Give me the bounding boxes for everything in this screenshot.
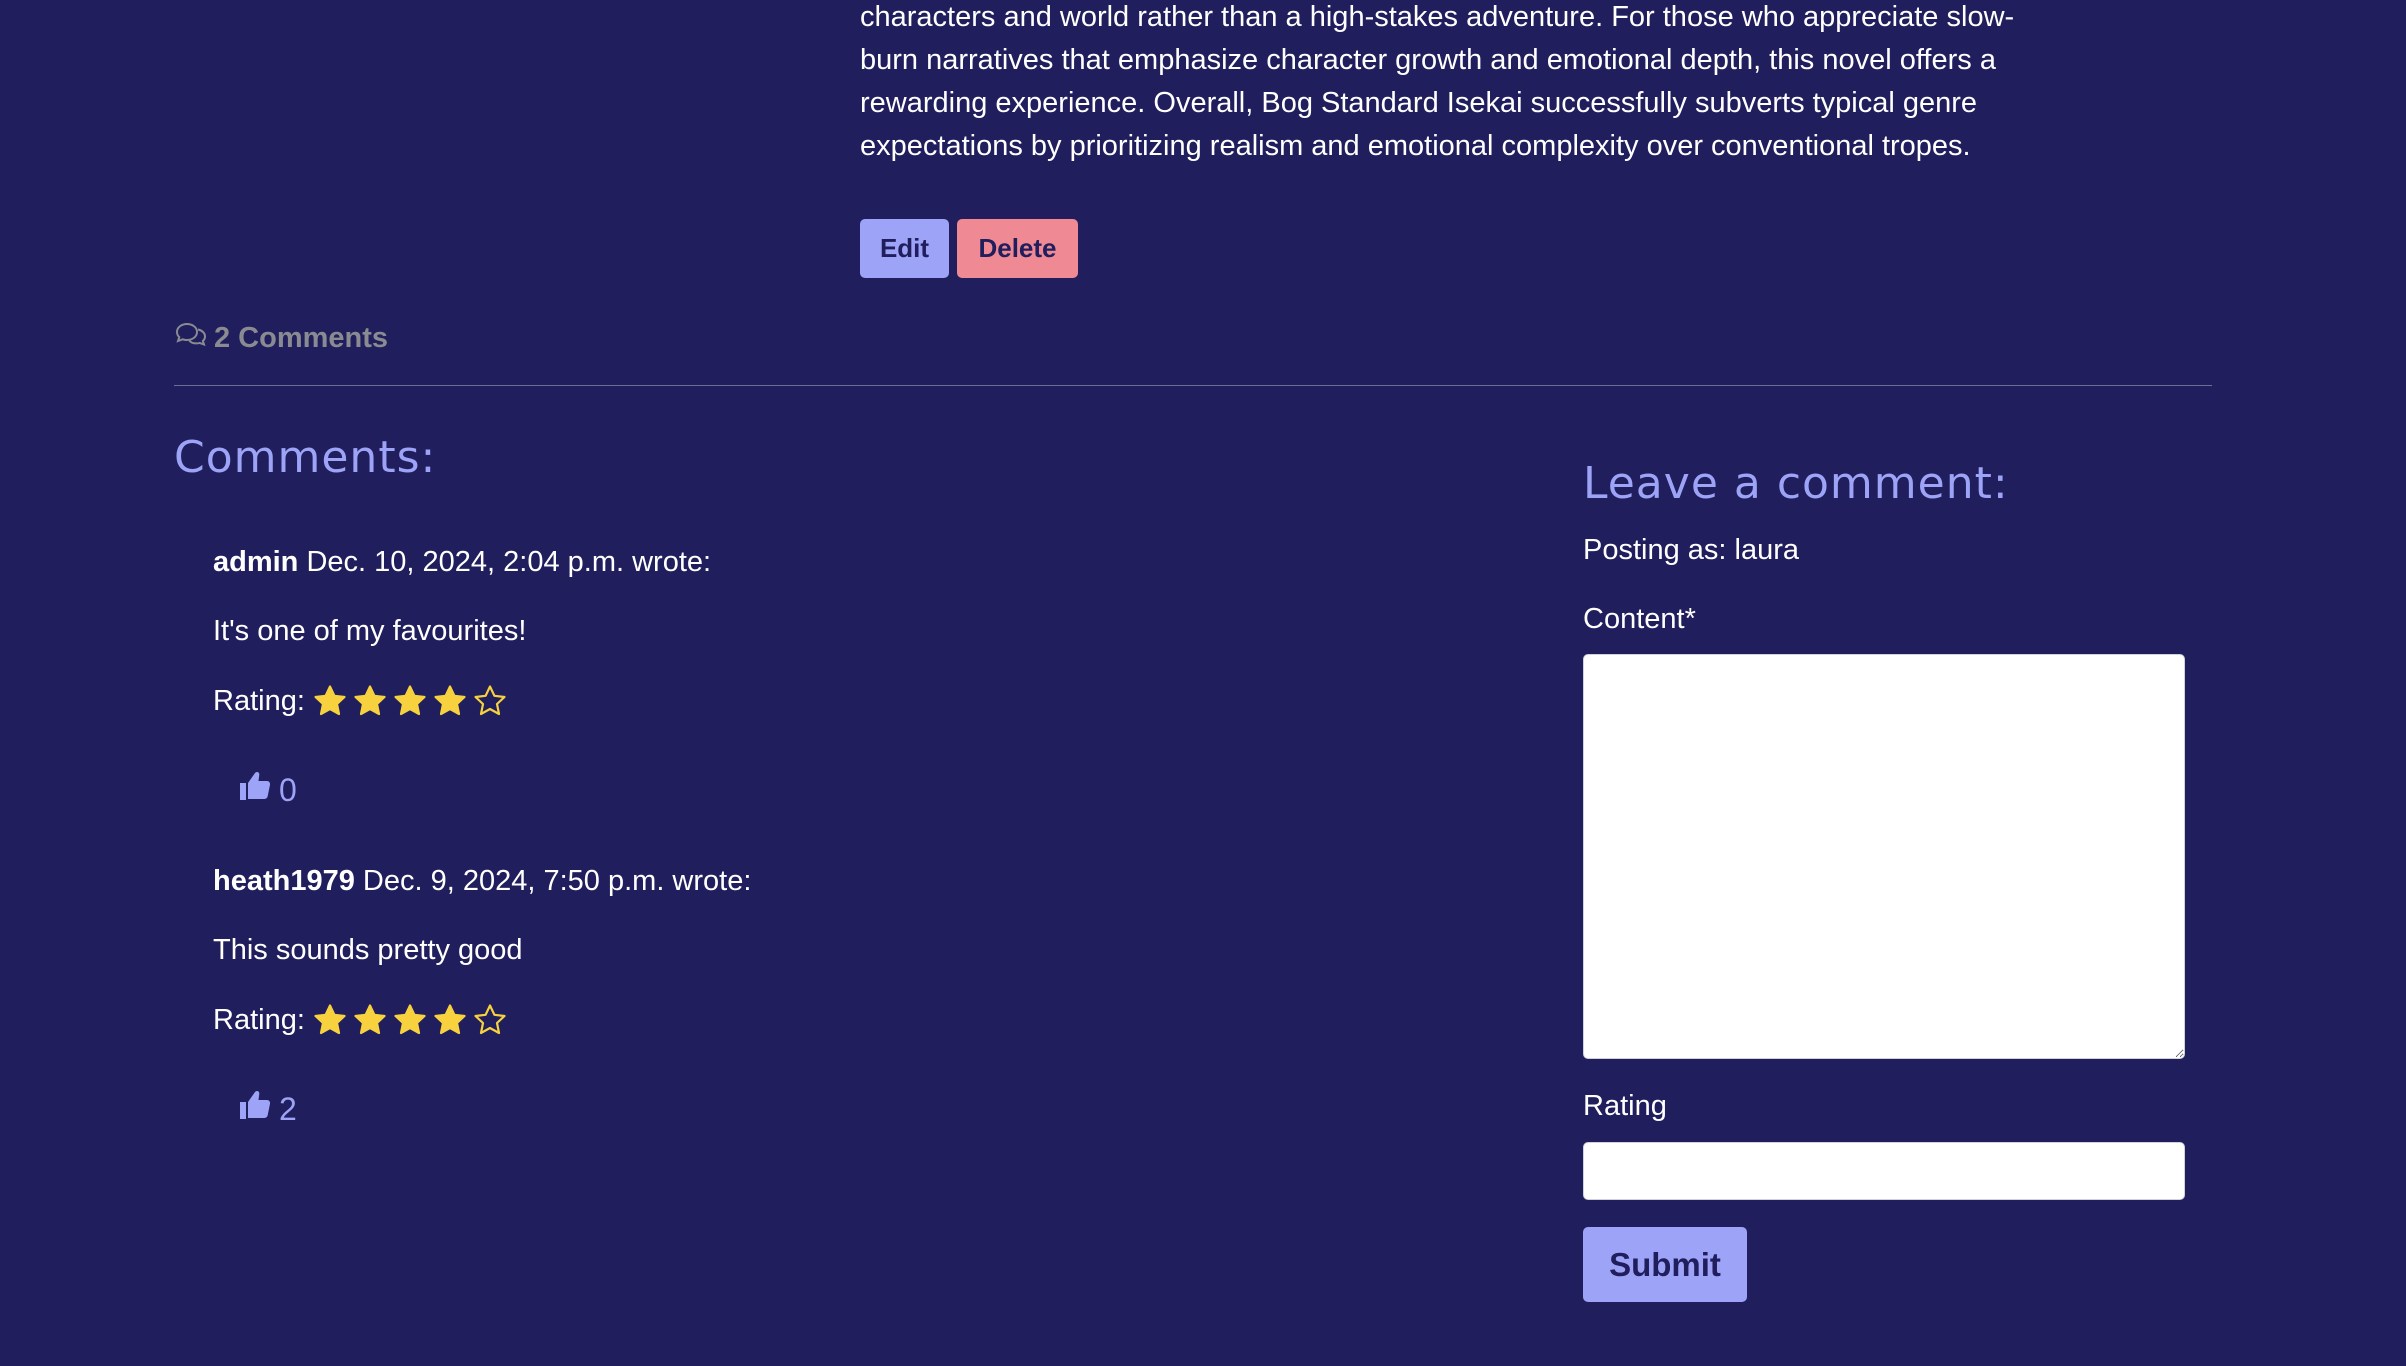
rating-label: Rating (1583, 1090, 1667, 1122)
comment-body: This sounds pretty good (213, 934, 523, 966)
form-heading: Leave a comment: (1583, 458, 2009, 509)
review-text-line: rewarding experience. Overall, Bog Stand… (860, 87, 1978, 119)
star-rating (313, 684, 507, 718)
thumbs-up-icon (237, 1087, 273, 1131)
edit-button[interactable]: Edit (860, 219, 949, 278)
comment-date: Dec. 9, 2024, 7:50 p.m. wrote: (362, 865, 752, 897)
review-text-line: characters and world rather than a high-… (860, 1, 2015, 33)
content-textarea[interactable] (1583, 654, 2185, 1059)
review-text-line: expectations by prioritizing realism and… (860, 130, 1971, 162)
comment-author: heath1979 (213, 865, 355, 897)
rating-label: Rating: (213, 684, 305, 717)
posting-as-text: Posting as: laura (1583, 534, 1800, 566)
like-count: 2 (279, 1090, 297, 1127)
like-count: 0 (279, 771, 297, 808)
review-actions: Edit Delete (860, 219, 1078, 278)
like-button[interactable]: 0 (237, 768, 297, 812)
review-text-line: burn narratives that emphasize character… (860, 44, 1996, 76)
chat-bubbles-icon (174, 320, 208, 356)
comment-meta: admin Dec. 10, 2024, 2:04 p.m. wrote: (213, 546, 711, 579)
star-filled-icon (354, 685, 386, 716)
star-filled-icon (434, 1004, 466, 1035)
comment-body: It's one of my favourites! (213, 615, 527, 647)
comment-date: Dec. 10, 2024, 2:04 p.m. wrote: (306, 546, 712, 578)
star-filled-icon (354, 1004, 386, 1035)
submit-button[interactable]: Submit (1583, 1227, 1747, 1302)
star-filled-icon (314, 685, 346, 716)
star-filled-icon (394, 685, 426, 716)
delete-button[interactable]: Delete (957, 219, 1078, 278)
star-filled-icon (394, 1004, 426, 1035)
comment-count: 2 Comments (174, 320, 388, 356)
section-divider (174, 385, 2212, 386)
review-text: characters and world rather than a high-… (860, 0, 2050, 168)
star-rating (313, 1003, 507, 1037)
star-empty-icon (474, 1004, 506, 1035)
star-empty-icon (474, 685, 506, 716)
comment-meta: heath1979 Dec. 9, 2024, 7:50 p.m. wrote: (213, 865, 751, 898)
rating-input[interactable] (1583, 1142, 2185, 1200)
comment-rating: Rating: (213, 684, 507, 718)
star-filled-icon (434, 685, 466, 716)
comments-heading: Comments: (174, 432, 437, 483)
star-filled-icon (314, 1004, 346, 1035)
comment-author: admin (213, 546, 299, 578)
comment-count-label: 2 Comments (214, 321, 389, 354)
like-button[interactable]: 2 (237, 1087, 297, 1131)
rating-label: Rating: (213, 1003, 305, 1036)
content-label: Content* (1583, 603, 1696, 635)
comment-rating: Rating: (213, 1003, 507, 1037)
thumbs-up-icon (237, 768, 273, 812)
